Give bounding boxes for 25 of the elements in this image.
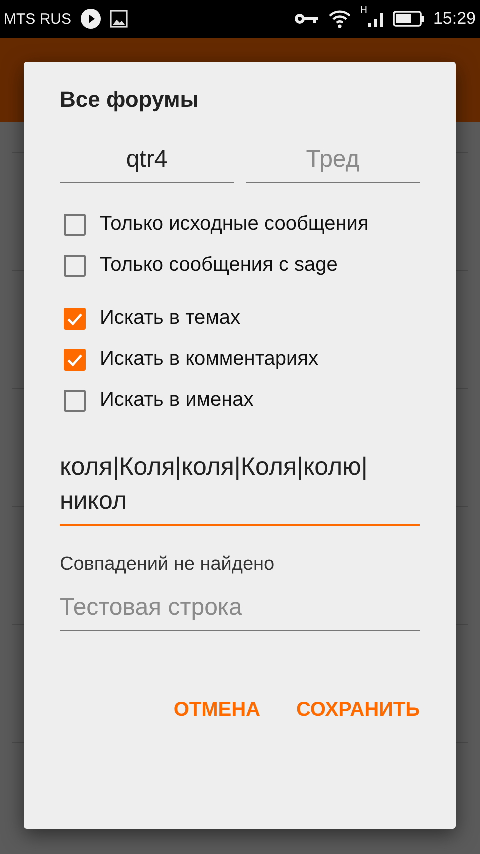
checkbox-label: Только сообщения с sage	[100, 253, 339, 278]
checkbox[interactable]	[64, 214, 86, 236]
thread-field[interactable]: Тред	[246, 142, 420, 183]
dialog-title: Все форумы	[60, 86, 200, 114]
checkbox-label: Только исходные сообщения	[100, 212, 370, 237]
checkbox-label: Искать в темах	[100, 306, 242, 331]
network-type-label: H	[360, 5, 368, 16]
checkbox-label: Искать в именах	[100, 388, 255, 413]
checkbox[interactable]	[64, 390, 86, 412]
image-icon	[110, 10, 128, 28]
checkbox[interactable]	[64, 254, 86, 276]
board-field[interactable]: qtr4	[60, 142, 234, 183]
key-icon	[294, 12, 320, 26]
signal-icon	[367, 10, 386, 28]
play-icon	[80, 8, 102, 30]
search-pattern-field[interactable]: коля|Коля|коля|Коля|колю|никол	[60, 450, 420, 526]
checkbox[interactable]	[64, 348, 86, 370]
test-string-field[interactable]: Тестовая строка	[60, 590, 420, 631]
match-status-text: Совпадений не найдено	[60, 554, 276, 576]
battery-icon	[393, 10, 426, 28]
checkbox-label: Искать в комментариях	[100, 347, 320, 372]
checkbox[interactable]	[64, 308, 86, 330]
wifi-icon	[328, 9, 352, 29]
carrier-name: MTS RUS	[4, 10, 72, 28]
clock-time: 15:29	[433, 9, 476, 29]
